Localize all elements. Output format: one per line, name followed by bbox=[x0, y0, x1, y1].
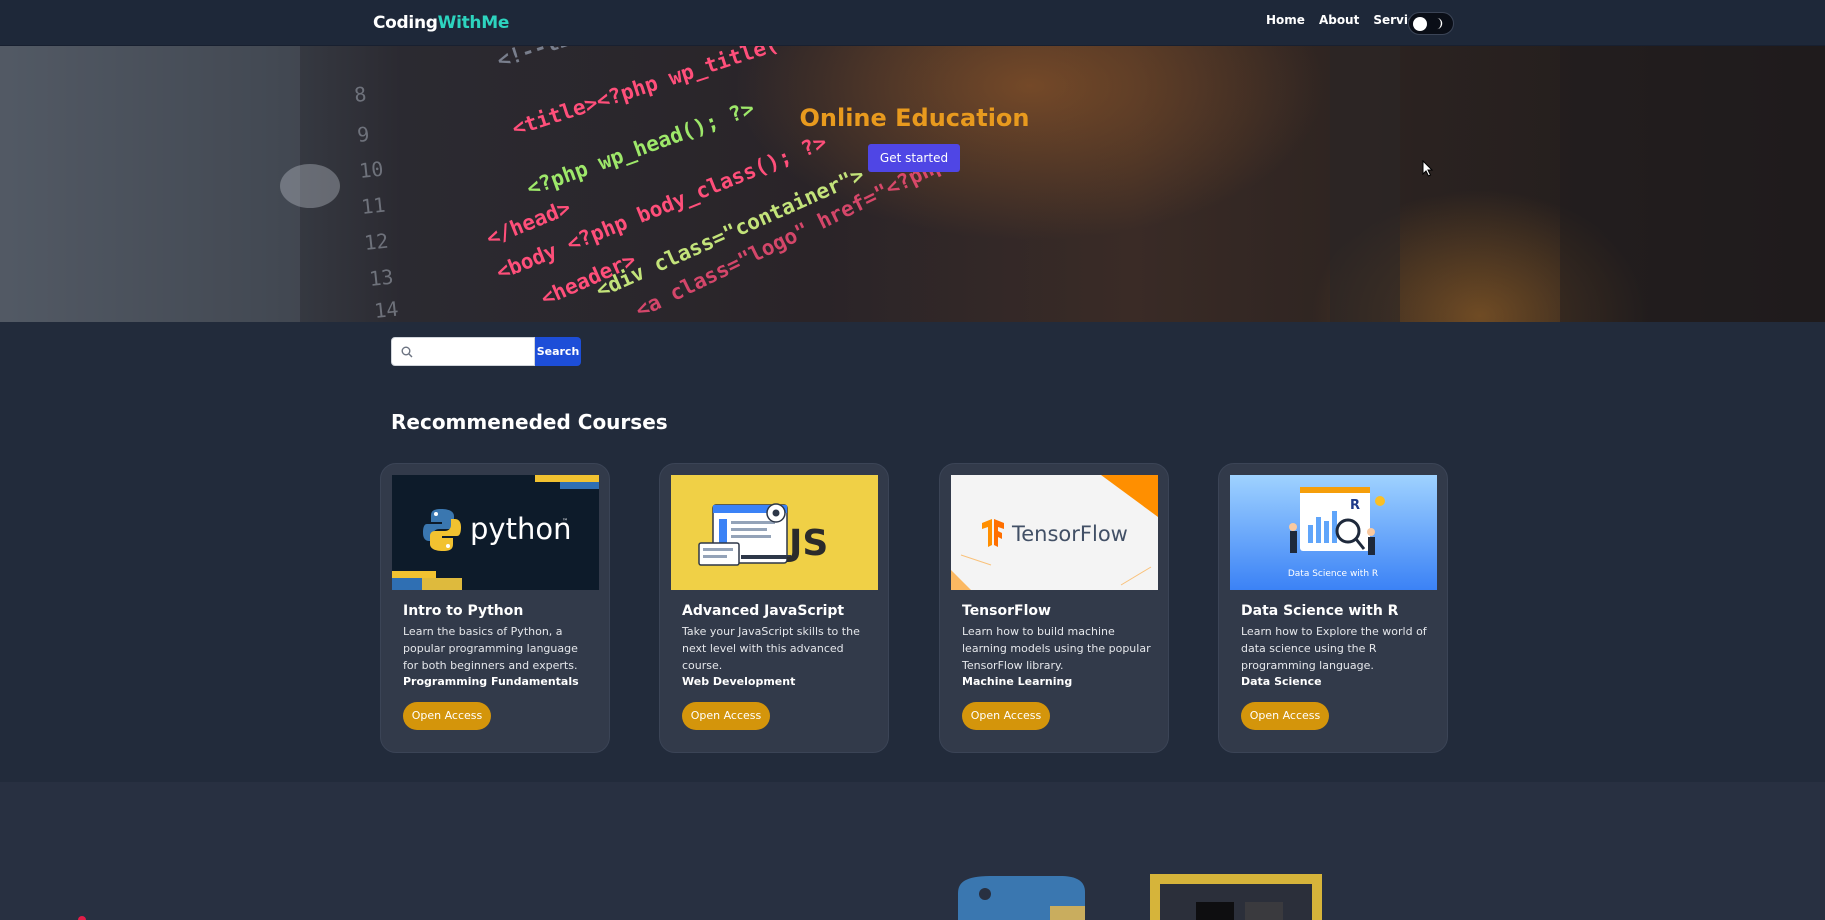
svg-text:12: 12 bbox=[363, 229, 389, 255]
course-category: Programming Fundamentals bbox=[403, 675, 579, 688]
hero-title: Online Education bbox=[799, 104, 1030, 132]
course-title: Advanced JavaScript bbox=[682, 603, 845, 619]
svg-text:TensorFlow: TensorFlow bbox=[1011, 522, 1128, 546]
moon-icon bbox=[1436, 17, 1443, 30]
course-title: Data Science with R bbox=[1241, 603, 1399, 619]
course-description: Learn the basics of Python, a popular pr… bbox=[403, 625, 578, 672]
search-icon bbox=[401, 346, 413, 358]
brand-text-withme: WithMe bbox=[437, 13, 510, 33]
nav-link-about[interactable]: About bbox=[1319, 13, 1359, 27]
search-input-wrapper bbox=[391, 337, 535, 366]
mouse-cursor-icon bbox=[1422, 160, 1434, 177]
javascript-logo-icon bbox=[1150, 874, 1322, 920]
svg-text:JS: JS bbox=[786, 523, 828, 564]
course-image-data-science: R Data Science with R bbox=[1230, 475, 1437, 590]
svg-text:10: 10 bbox=[358, 157, 384, 183]
svg-text:R: R bbox=[1350, 498, 1360, 513]
svg-text:11: 11 bbox=[360, 193, 386, 219]
course-image-python: python ™ bbox=[392, 475, 599, 590]
svg-text:13: 13 bbox=[368, 265, 394, 291]
svg-text:™: ™ bbox=[562, 518, 568, 525]
search-input[interactable] bbox=[420, 340, 530, 363]
course-category: Web Development bbox=[682, 675, 796, 688]
course-image-javascript: JS bbox=[671, 475, 878, 590]
open-access-button[interactable]: Open Access bbox=[682, 702, 770, 730]
course-image-tensorflow: TensorFlow bbox=[951, 475, 1158, 590]
course-description: Learn how to build machine learning mode… bbox=[962, 625, 1151, 672]
course-card-javascript: JS Advanced JavaScript Take your JavaScr… bbox=[659, 463, 889, 753]
get-started-button[interactable]: Get started bbox=[868, 144, 960, 172]
course-card-data-science-r: R Data Science with R Data Science with … bbox=[1218, 463, 1448, 753]
theme-toggle[interactable] bbox=[1408, 12, 1454, 35]
course-card-tensorflow: TensorFlow TensorFlow Learn how to build… bbox=[939, 463, 1169, 753]
course-category: Data Science bbox=[1241, 675, 1322, 688]
course-category: Machine Learning bbox=[962, 675, 1073, 688]
open-access-button[interactable]: Open Access bbox=[962, 702, 1050, 730]
brand-logo[interactable]: CodingWithMe bbox=[373, 13, 509, 33]
bottom-logos bbox=[78, 874, 1322, 920]
svg-text:<!--link rel=: <!--link rel= bbox=[494, 46, 658, 73]
svg-text:14: 14 bbox=[373, 297, 399, 322]
nav-links: Home About Service bbox=[1266, 13, 1423, 27]
svg-text:python: python bbox=[470, 512, 571, 546]
course-title: Intro to Python bbox=[403, 603, 524, 619]
svg-text:<a class="logo" href="<?php: <a class="logo" href="<?php bbox=[632, 151, 949, 322]
course-card-python: python ™ Intro to Python Learn the basic… bbox=[380, 463, 610, 753]
top-navbar: CodingWithMe Home About Service bbox=[0, 0, 1825, 46]
bottom-section bbox=[0, 782, 1825, 920]
section-title: Recommeneded Courses bbox=[391, 410, 668, 434]
hero-banner: 8 9 10 11 12 13 14 <!--link rel= <title>… bbox=[0, 46, 1825, 322]
course-description: Learn how to Explore the world of data s… bbox=[1241, 625, 1427, 672]
course-title: TensorFlow bbox=[962, 603, 1051, 619]
toggle-knob bbox=[1413, 17, 1427, 31]
open-access-button[interactable]: Open Access bbox=[1241, 702, 1329, 730]
hero-code-background: 8 9 10 11 12 13 14 <!--link rel= <title>… bbox=[0, 46, 1825, 322]
open-access-button[interactable]: Open Access bbox=[403, 702, 491, 730]
nav-link-home[interactable]: Home bbox=[1266, 13, 1305, 27]
code-lines: <!--link rel= <title><?php wp_title('&nd… bbox=[483, 46, 974, 322]
brand-text-coding: Coding bbox=[373, 13, 438, 33]
red-dot-decoration bbox=[78, 916, 86, 920]
search-button[interactable]: Search bbox=[535, 337, 581, 366]
course-description: Take your JavaScript skills to the next … bbox=[682, 625, 860, 672]
svg-text:Data Science with R: Data Science with R bbox=[1288, 569, 1378, 579]
course-search: Search bbox=[391, 337, 581, 366]
python-logo-icon bbox=[958, 876, 1085, 920]
